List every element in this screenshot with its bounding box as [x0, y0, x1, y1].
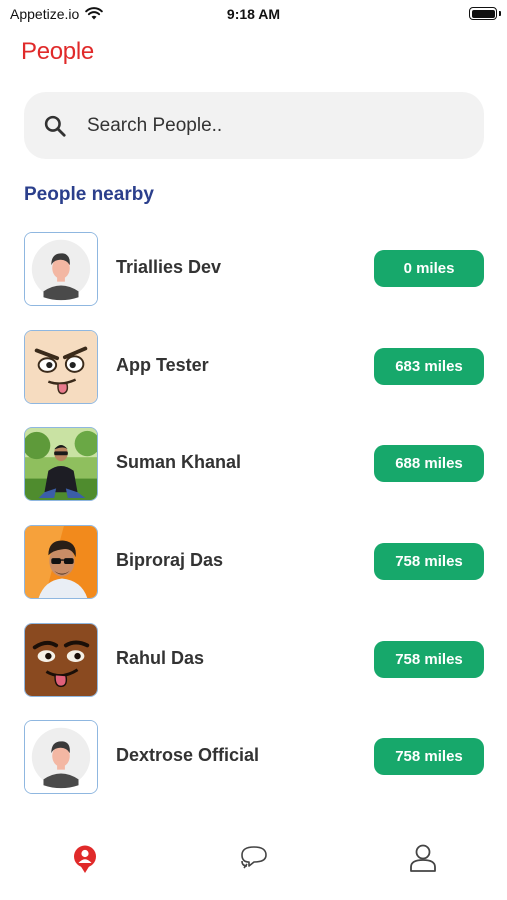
people-icon	[74, 845, 96, 873]
chat-icon	[241, 846, 267, 869]
profile-icon	[410, 844, 436, 872]
page-title: People	[21, 38, 94, 65]
person-name: Rahul Das	[116, 647, 205, 668]
tab-chat[interactable]	[224, 842, 284, 882]
person-name: App Tester	[116, 354, 209, 375]
section-title: People nearby	[24, 184, 154, 205]
tab-people[interactable]	[55, 842, 115, 882]
status-time: 9:18 AM	[226, 6, 281, 22]
cartoon-face-icon	[24, 622, 98, 697]
list-item[interactable]: Biproraj Das 758 miles	[24, 525, 484, 623]
person-photo-icon	[24, 525, 98, 600]
distance-badge: 758 miles	[374, 640, 484, 678]
person-name: Dextrose Official	[116, 745, 260, 766]
list-item[interactable]: Triallies Dev 0 miles	[24, 232, 484, 330]
person-photo-icon	[24, 427, 98, 502]
list-item[interactable]: Suman Khanal 688 miles	[24, 427, 484, 525]
distance-badge: 758 miles	[374, 738, 484, 776]
tab-profile[interactable]	[393, 842, 453, 882]
search-bar[interactable]	[24, 92, 484, 159]
person-name: Biproraj Das	[116, 550, 224, 571]
distance-badge: 688 miles	[374, 445, 484, 483]
list-item[interactable]: Rahul Das 758 miles	[24, 622, 484, 721]
people-list: Triallies Dev 0 miles App Tester 683 mil…	[24, 232, 484, 818]
distance-badge: 683 miles	[374, 347, 484, 385]
search-icon	[44, 115, 66, 137]
status-bar: Appetize.io 9:18 AM	[0, 0, 507, 28]
battery-icon	[469, 7, 497, 20]
list-item[interactable]: Dextrose Official 758 miles	[24, 720, 484, 818]
tab-bar	[0, 820, 507, 900]
default-avatar-icon	[24, 232, 98, 306]
cartoon-face-icon	[24, 329, 98, 404]
search-input[interactable]	[87, 114, 467, 137]
person-name: Suman Khanal	[116, 452, 242, 473]
person-name: Triallies Dev	[116, 257, 222, 277]
list-item[interactable]: App Tester 683 miles	[24, 329, 484, 428]
battery-cap	[499, 11, 501, 16]
distance-badge: 758 miles	[374, 543, 484, 581]
distance-badge: 0 miles	[374, 250, 484, 287]
default-avatar-icon	[24, 720, 98, 795]
